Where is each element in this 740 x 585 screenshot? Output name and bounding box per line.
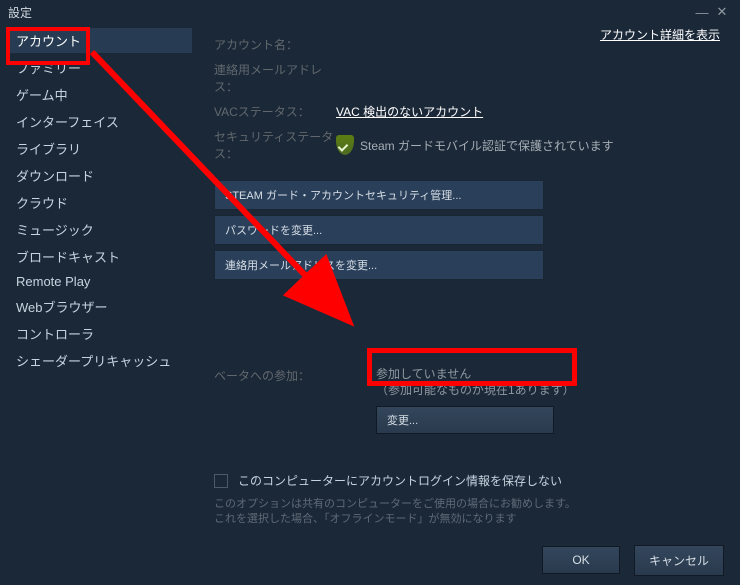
close-icon[interactable]: ✕	[712, 4, 732, 20]
email-label: 連絡用メールアドレス：	[214, 61, 336, 95]
sidebar-item-webbrowser[interactable]: Webブラウザー	[10, 294, 192, 319]
sidebar-item-family[interactable]: ファミリー	[10, 55, 192, 80]
cancel-button[interactable]: キャンセル	[634, 545, 724, 576]
sidebar-item-label: ミュージック	[16, 223, 94, 238]
sidebar-item-library[interactable]: ライブラリ	[10, 136, 192, 161]
hint-line2: これを選択した場合、「オフラインモード」が無効になります	[214, 512, 722, 527]
beta-change-button[interactable]: 変更...	[376, 406, 554, 434]
sidebar-item-ingame[interactable]: ゲーム中	[10, 82, 192, 107]
dont-save-login-checkbox[interactable]	[214, 474, 228, 488]
sidebar-item-remoteplay[interactable]: Remote Play	[10, 271, 192, 292]
beta-available: （参加可能なものが現在1あります）	[376, 382, 575, 398]
sidebar-item-label: シェーダープリキャッシュ	[16, 354, 171, 369]
shield-icon	[336, 135, 354, 155]
content: アカウント詳細を表示 アカウント名： 連絡用メールアドレス： VACステータス：…	[192, 24, 740, 535]
sidebar-item-label: クラウド	[16, 196, 68, 211]
window-title: 設定	[8, 4, 32, 21]
sidebar-item-label: ライブラリ	[16, 142, 81, 157]
sidebar-item-shader[interactable]: シェーダープリキャッシュ	[10, 348, 192, 373]
titlebar: 設定 — ✕	[0, 0, 740, 24]
footer: OK キャンセル	[0, 535, 740, 585]
vac-status-link[interactable]: VAC 検出のないアカウント	[336, 103, 483, 120]
vac-label: VACステータス：	[214, 103, 336, 120]
sidebar-item-label: ゲーム中	[16, 88, 68, 103]
sidebar-item-label: ファミリー	[16, 61, 81, 76]
change-password-button[interactable]: パスワードを変更...	[214, 215, 544, 245]
sidebar-item-label: インターフェイス	[16, 115, 119, 130]
beta-status: 参加していません	[376, 366, 575, 382]
sidebar-item-label: コントローラ	[16, 327, 94, 342]
security-label: セキュリティステータス：	[214, 128, 336, 162]
sidebar-item-label: ブロードキャスト	[16, 250, 120, 265]
sidebar-item-label: Remote Play	[16, 274, 90, 289]
sidebar-item-label: Webブラウザー	[16, 300, 108, 315]
sidebar-item-cloud[interactable]: クラウド	[10, 190, 192, 215]
sidebar-item-controller[interactable]: コントローラ	[10, 321, 192, 346]
security-status-value: Steam ガードモバイル認証で保護されています	[360, 137, 614, 154]
minimize-icon[interactable]: —	[692, 5, 712, 20]
hint-line1: このオプションは共有のコンピューターをご使用の場合にお勧めします。	[214, 497, 722, 512]
sidebar-item-broadcast[interactable]: ブロードキャスト	[10, 244, 192, 269]
sidebar-item-label: ダウンロード	[16, 169, 94, 184]
change-email-button[interactable]: 連絡用メールアドレスを変更...	[214, 250, 544, 280]
sidebar-item-music[interactable]: ミュージック	[10, 217, 192, 242]
account-name-label: アカウント名：	[214, 36, 336, 53]
account-details-link[interactable]: アカウント詳細を表示	[600, 26, 720, 43]
sidebar-item-account[interactable]: アカウント	[10, 28, 192, 53]
ok-button[interactable]: OK	[542, 546, 620, 574]
sidebar-item-downloads[interactable]: ダウンロード	[10, 163, 192, 188]
dont-save-login-label: このコンピューターにアカウントログイン情報を保存しない	[238, 472, 562, 489]
sidebar: アカウント ファミリー ゲーム中 インターフェイス ライブラリ ダウンロード ク…	[0, 24, 192, 535]
sidebar-item-interface[interactable]: インターフェイス	[10, 109, 192, 134]
sidebar-item-label: アカウント	[16, 34, 81, 49]
manage-steam-guard-button[interactable]: STEAM ガード・アカウントセキュリティ管理...	[214, 180, 544, 210]
beta-label: ベータへの参加：	[214, 366, 376, 434]
hint-text: このオプションは共有のコンピューターをご使用の場合にお勧めします。 これを選択し…	[214, 497, 722, 527]
